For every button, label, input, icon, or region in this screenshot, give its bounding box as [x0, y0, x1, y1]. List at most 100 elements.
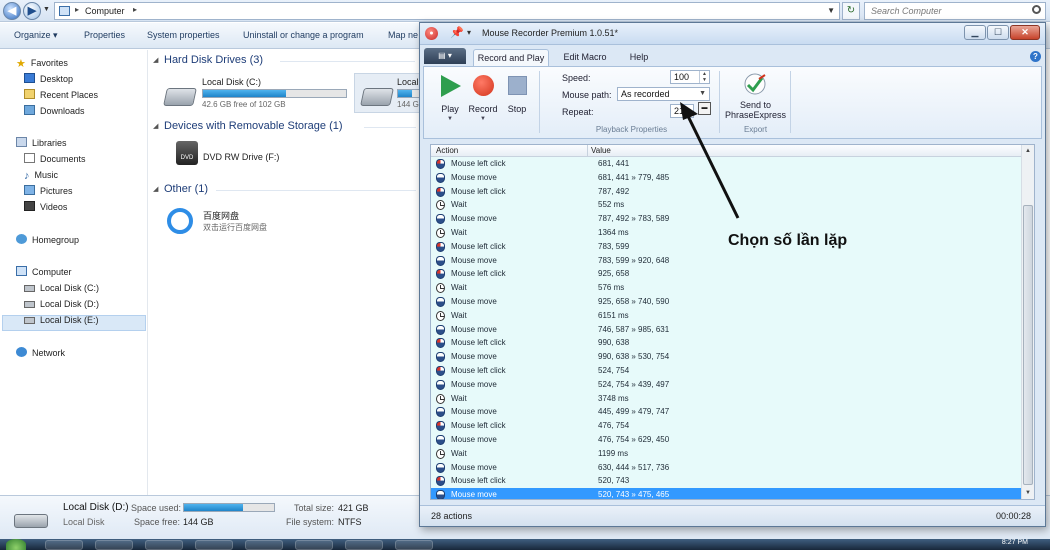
table-row[interactable]: Wait 6151 ms [431, 309, 1022, 323]
search-icon[interactable] [1032, 5, 1041, 14]
nav-desktop[interactable]: Desktop [24, 72, 73, 86]
nav-pictures[interactable]: Pictures [24, 184, 73, 198]
breadcrumb-separator-icon[interactable]: ▸ [75, 5, 79, 14]
nav-homegroup[interactable]: Homegroup [16, 233, 79, 247]
chevron-down-icon[interactable]: ▼ [699, 88, 706, 100]
nav-videos[interactable]: Videos [24, 200, 67, 214]
tab-record-and-play[interactable]: Record and Play [473, 49, 549, 66]
address-dropdown-icon[interactable]: ▼ [827, 6, 835, 15]
nav-recent-places[interactable]: Recent Places [24, 88, 98, 102]
dvd-drive-name[interactable]: DVD RW Drive (F:) [203, 152, 279, 162]
table-row[interactable]: Mouse move 524, 754 » 439, 497 [431, 378, 1022, 392]
scroll-thumb[interactable] [1023, 205, 1033, 485]
spinner-arrows-icon[interactable]: ▲ ▼ [699, 71, 709, 83]
nav-computer[interactable]: Computer [16, 265, 72, 279]
recent-pages-dropdown[interactable]: ▼ [43, 6, 50, 13]
nav-documents-label: Documents [40, 154, 86, 164]
table-row[interactable]: Mouse move 990, 638 » 530, 754 [431, 350, 1022, 364]
table-row[interactable]: Mouse move 746, 587 » 985, 631 [431, 323, 1022, 337]
table-row[interactable]: Wait 3748 ms [431, 392, 1022, 406]
phraseexpress-icon[interactable] [740, 72, 770, 98]
column-value[interactable]: Value [591, 145, 611, 157]
nav-network[interactable]: Network [16, 346, 65, 360]
search-input[interactable]: Search Computer [864, 2, 1046, 20]
start-button[interactable] [6, 539, 26, 550]
mouse-path-select[interactable]: As recorded ▼ [617, 87, 710, 101]
organize-button[interactable]: Organize ▾ [14, 30, 58, 41]
table-row[interactable]: Mouse left click 520, 743 [431, 474, 1022, 488]
play-dropdown-icon[interactable]: ▼ [434, 116, 466, 122]
refresh-button[interactable]: ↻ [842, 2, 860, 20]
record-dropdown-icon[interactable]: ▼ [467, 116, 499, 122]
properties-button[interactable]: Properties [84, 30, 125, 40]
table-row[interactable]: Wait 1199 ms [431, 447, 1022, 461]
column-action[interactable]: Action [436, 145, 458, 157]
nav-music[interactable]: ♪ Music [24, 168, 58, 182]
taskbar-app-button[interactable] [195, 540, 233, 550]
taskbar-app-button[interactable] [395, 540, 433, 550]
table-row[interactable]: Mouse left click 524, 754 [431, 364, 1022, 378]
application-menu-button[interactable]: ▤ ▾ [424, 48, 466, 64]
table-row[interactable]: Mouse move 476, 754 » 629, 450 [431, 433, 1022, 447]
app-icon[interactable]: ● [425, 27, 438, 40]
table-row[interactable]: Mouse left click 925, 658 [431, 267, 1022, 281]
speed-spinner[interactable]: 100 ▲ ▼ [670, 70, 710, 84]
scroll-up-icon[interactable]: ▲ [1022, 145, 1034, 157]
row-value: 520, 743 [598, 476, 630, 486]
nav-disk-d[interactable]: Local Disk (D:) [24, 297, 99, 311]
nav-disk-c[interactable]: Local Disk (C:) [24, 281, 99, 295]
tab-help[interactable]: Help [620, 49, 658, 66]
vertical-scrollbar[interactable]: ▲ ▼ [1021, 145, 1034, 499]
table-row[interactable]: Mouse move 925, 658 » 740, 590 [431, 295, 1022, 309]
taskbar-clock[interactable]: 8:27 PM [1002, 539, 1028, 546]
nav-libraries[interactable]: Libraries [16, 136, 67, 150]
taskbar-app-button[interactable] [245, 540, 283, 550]
group-hard-disk-drives[interactable]: Hard Disk Drives (3) [164, 54, 263, 66]
taskbar-app-button[interactable] [295, 540, 333, 550]
table-row[interactable]: Wait 576 ms [431, 281, 1022, 295]
nav-documents[interactable]: Documents [24, 152, 86, 166]
breadcrumb-separator-icon[interactable]: ▸ [133, 5, 137, 14]
table-row[interactable]: Mouse left click 990, 638 [431, 336, 1022, 350]
collapse-icon[interactable]: ◢ [153, 122, 158, 130]
column-divider[interactable] [587, 145, 588, 157]
breadcrumb-computer[interactable]: Computer [85, 6, 125, 16]
maximize-button[interactable]: ☐ [987, 25, 1009, 40]
address-bar[interactable]: ▸ Computer ▸ ▼ [54, 2, 840, 20]
group-other[interactable]: Other (1) [164, 183, 208, 195]
mouse-icon [436, 214, 445, 225]
minimize-button[interactable]: ▁ [964, 25, 986, 40]
map-network-drive-button[interactable]: Map ne [388, 30, 418, 40]
collapse-icon[interactable]: ◢ [153, 56, 158, 64]
table-row[interactable]: Mouse move 520, 743 » 475, 465 [431, 488, 1022, 499]
taskbar-app-button[interactable] [95, 540, 133, 550]
taskbar-app-button[interactable] [345, 540, 383, 550]
collapse-icon[interactable]: ◢ [153, 185, 158, 193]
nav-disk-e[interactable]: Local Disk (E:) [24, 313, 99, 327]
table-row[interactable]: Mouse move 445, 499 » 479, 747 [431, 405, 1022, 419]
nav-favorites[interactable]: ★ Favorites [16, 56, 68, 70]
mouse-icon [436, 324, 445, 335]
taskbar-app-button[interactable] [45, 540, 83, 550]
table-row[interactable]: Mouse left click 783, 599 [431, 240, 1022, 254]
help-icon[interactable]: ? [1030, 51, 1041, 62]
taskbar-app-button[interactable] [145, 540, 183, 550]
table-row[interactable]: Mouse move 783, 599 » 920, 648 [431, 254, 1022, 268]
close-button[interactable]: ✕ [1010, 25, 1040, 40]
uninstall-program-button[interactable]: Uninstall or change a program [243, 30, 364, 40]
forward-button[interactable]: ▶ [23, 2, 41, 20]
table-row[interactable]: Mouse move 630, 444 » 517, 736 [431, 461, 1022, 475]
group-removable-storage[interactable]: Devices with Removable Storage (1) [164, 120, 343, 132]
quick-access-dropdown-icon[interactable]: ▾ [467, 28, 471, 37]
back-button[interactable]: ◀ [3, 2, 21, 20]
tab-edit-macro[interactable]: Edit Macro [556, 49, 614, 66]
pin-icon[interactable]: 📌 [450, 26, 464, 39]
baidu-netdisk-name[interactable]: 百度网盘 [203, 209, 239, 222]
nav-downloads[interactable]: Downloads [24, 104, 85, 118]
system-properties-button[interactable]: System properties [147, 30, 220, 40]
drive-d-name[interactable]: Local [397, 77, 419, 87]
title-bar[interactable]: ● 📌 ▾ Mouse Recorder Premium 1.0.51* ▁ ☐… [420, 23, 1045, 45]
scroll-down-icon[interactable]: ▼ [1022, 487, 1034, 499]
table-row[interactable]: Mouse left click 476, 754 [431, 419, 1022, 433]
drive-c-name[interactable]: Local Disk (C:) [202, 77, 261, 87]
